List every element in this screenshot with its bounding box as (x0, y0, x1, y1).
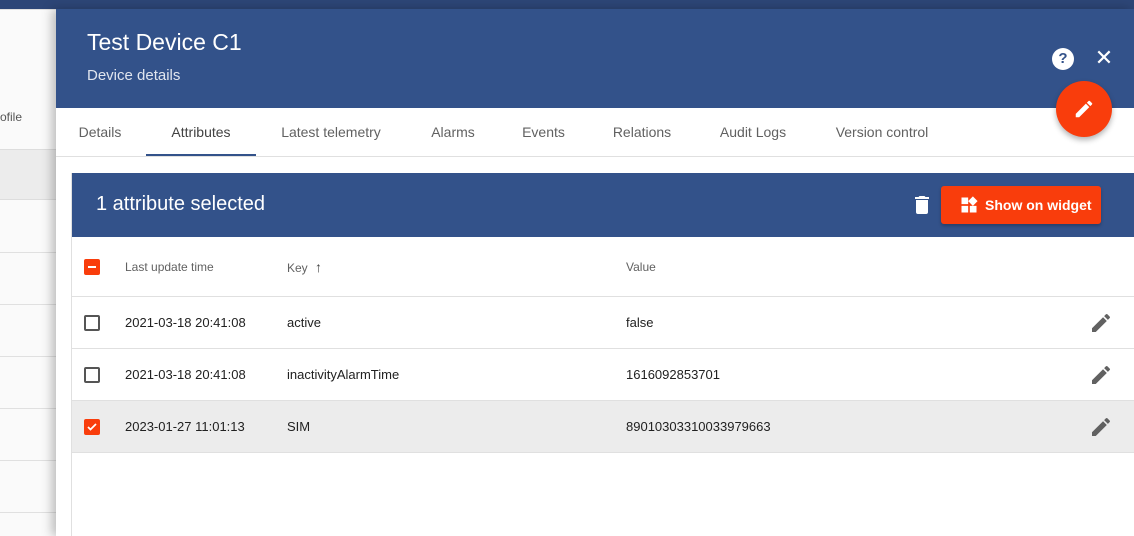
column-header-last-update[interactable]: Last update time (125, 237, 214, 297)
row-last-update: 2023-01-27 11:01:13 (125, 419, 245, 434)
background-row-divider (0, 304, 56, 305)
show-on-widget-label: Show on widget (985, 197, 1092, 213)
sort-arrow-icon: ↑ (315, 259, 323, 275)
tab-details[interactable]: Details (78, 108, 122, 156)
row-last-update: 2021-03-18 20:41:08 (125, 367, 246, 382)
device-details-drawer: Test Device C1 Device details ? ✕ Detail… (56, 9, 1134, 536)
select-all-checkbox[interactable] (84, 259, 100, 275)
background-row-divider (0, 512, 56, 513)
trash-icon (915, 196, 929, 214)
device-subtitle: Device details (87, 67, 181, 84)
row-last-update: 2021-03-18 20:41:08 (125, 315, 246, 330)
tab-relations[interactable]: Relations (611, 108, 673, 156)
help-icon[interactable]: ? (1052, 48, 1074, 70)
row-key: active (287, 315, 321, 330)
pencil-icon (1092, 313, 1111, 332)
selection-toolbar: 1 attribute selected Show on widget (72, 173, 1134, 237)
table-row[interactable]: 2021-03-18 20:41:08 inactivityAlarmTime … (72, 349, 1134, 401)
edit-attribute-button[interactable] (1089, 363, 1113, 387)
background-row-divider (0, 408, 56, 409)
background-column-label: ofile (0, 110, 23, 124)
edit-attribute-button[interactable] (1089, 415, 1113, 439)
tab-alarms[interactable]: Alarms (428, 108, 478, 156)
drawer-header: Test Device C1 Device details ? ✕ (56, 9, 1134, 108)
row-value: false (626, 315, 654, 330)
row-value: 1616092853701 (626, 367, 720, 382)
tab-bar: Details Attributes Latest telemetry Alar… (56, 108, 1134, 157)
column-header-key[interactable]: Key ↑ (287, 237, 322, 297)
show-on-widget-button[interactable]: Show on widget (941, 186, 1101, 224)
selection-count-text: 1 attribute selected (96, 193, 265, 215)
background-table-header (0, 149, 56, 200)
tab-events[interactable]: Events (521, 108, 566, 156)
check-icon (87, 423, 97, 431)
row-key: SIM (287, 419, 311, 434)
column-header-key-label: Key (287, 261, 308, 275)
background-row-divider (0, 252, 56, 253)
device-title: Test Device C1 (87, 29, 242, 55)
row-key: inactivityAlarmTime (287, 367, 400, 382)
tab-attributes[interactable]: Attributes (146, 108, 256, 156)
table-row[interactable]: 2023-01-27 11:01:13 SIM 8901030331003397… (72, 401, 1134, 453)
row-checkbox[interactable] (84, 315, 100, 331)
tab-latest-telemetry[interactable]: Latest telemetry (278, 108, 384, 156)
tab-version-control[interactable]: Version control (834, 108, 930, 156)
pencil-icon (1092, 417, 1111, 436)
edit-attribute-button[interactable] (1089, 311, 1113, 335)
row-checkbox[interactable] (84, 419, 100, 435)
table-row[interactable]: 2021-03-18 20:41:08 active false (72, 297, 1134, 349)
row-checkbox[interactable] (84, 367, 100, 383)
attributes-panel: 1 attribute selected Show on widget Last… (71, 173, 1134, 536)
active-tab-indicator (146, 154, 256, 156)
tab-audit-logs[interactable]: Audit Logs (717, 108, 789, 156)
background-page: ofile (0, 9, 56, 536)
widgets-icon (961, 196, 978, 213)
column-header-value[interactable]: Value (626, 237, 656, 297)
close-icon[interactable]: ✕ (1092, 46, 1116, 70)
pencil-icon (1092, 365, 1111, 384)
delete-attributes-button[interactable] (910, 193, 934, 217)
row-value: 89010303310033979663 (626, 419, 771, 434)
background-row-divider (0, 356, 56, 357)
background-toolbar (0, 0, 1134, 9)
table-header-row: Last update time Key ↑ Value (72, 237, 1134, 297)
background-row-divider (0, 460, 56, 461)
